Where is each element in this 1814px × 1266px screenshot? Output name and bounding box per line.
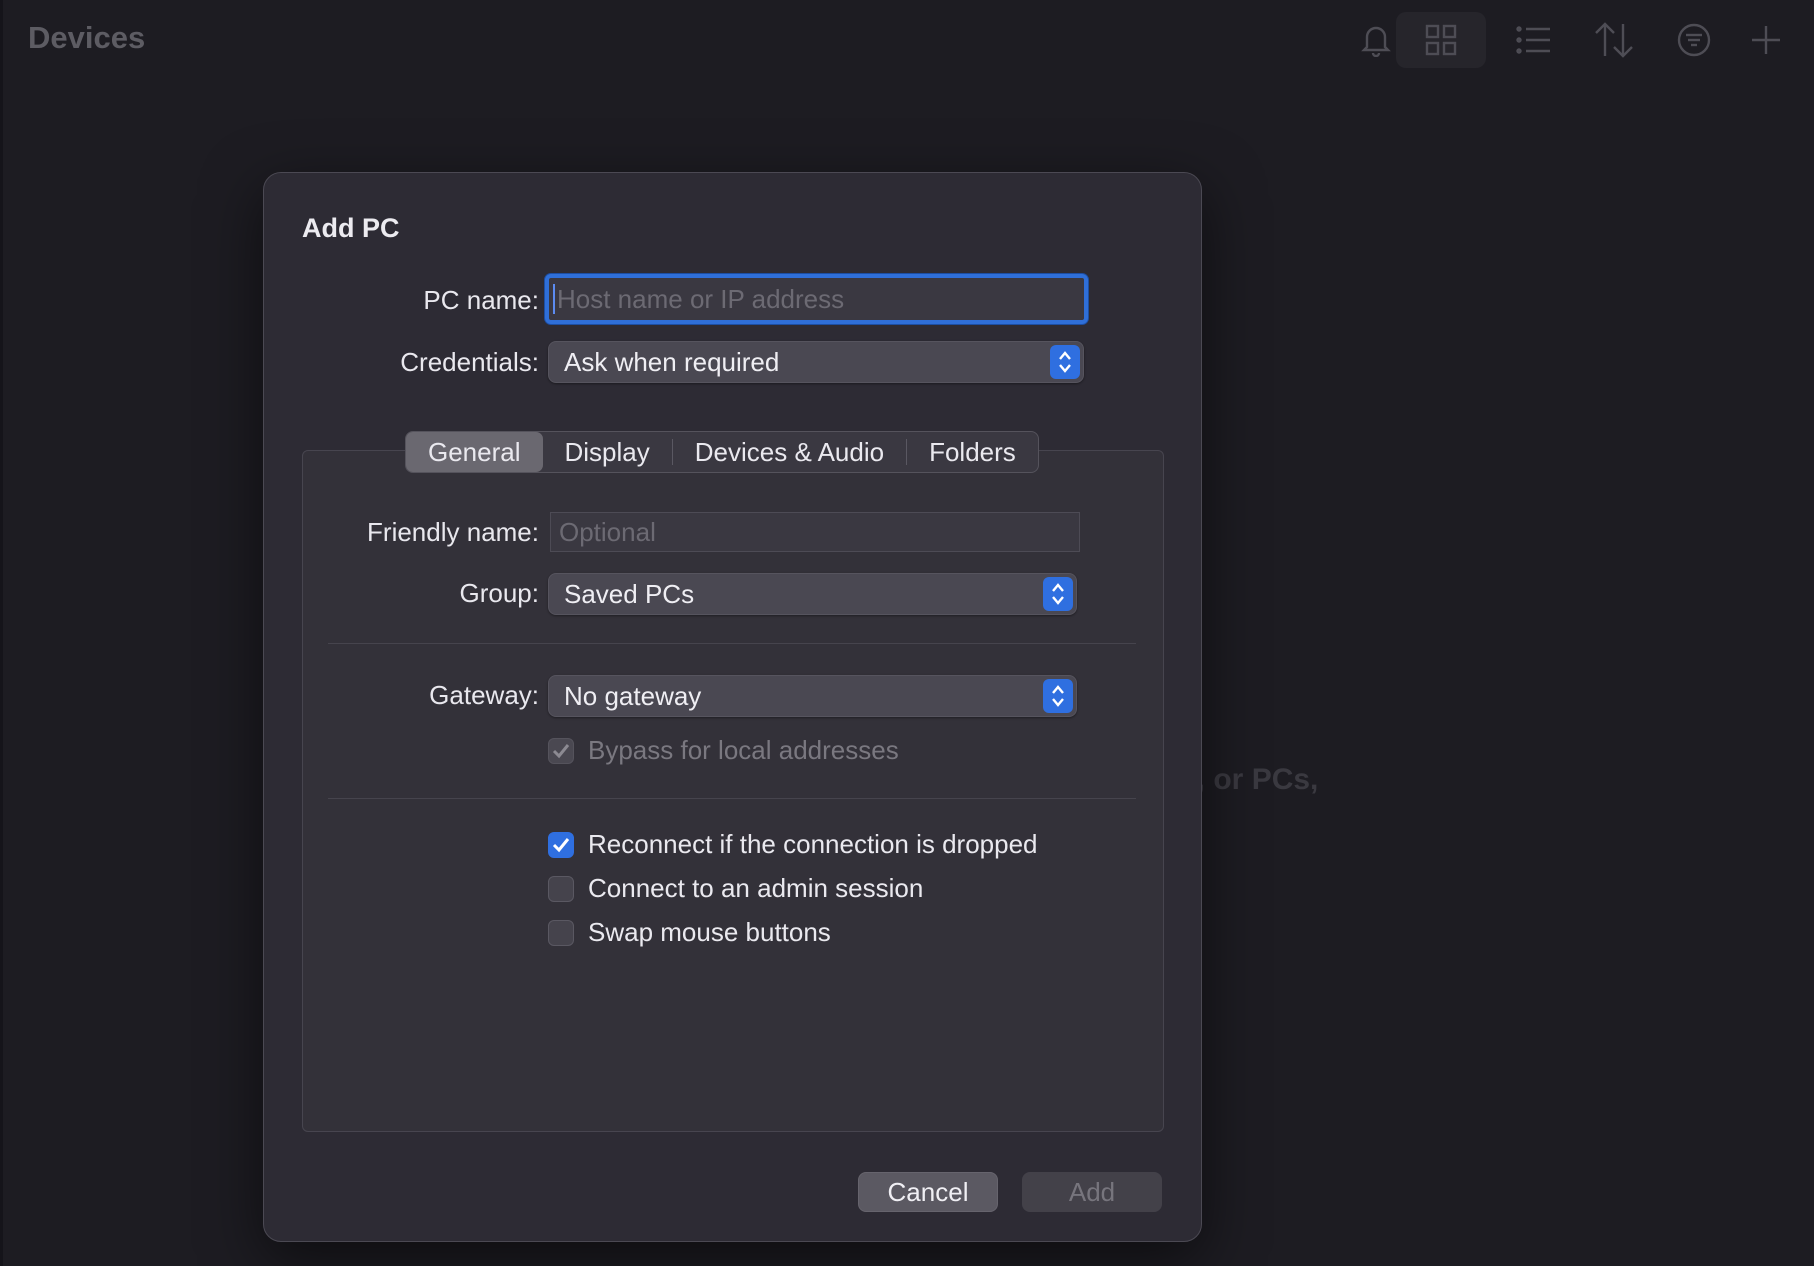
dialog-title: Add PC <box>302 213 400 243</box>
tab-folders[interactable]: Folders <box>907 432 1038 472</box>
add-button[interactable]: Add <box>1022 1172 1162 1212</box>
bell-icon <box>1361 26 1391 57</box>
admin-session-label: Connect to an admin session <box>588 873 924 903</box>
sort-button[interactable] <box>1586 12 1642 68</box>
tab-content-panel <box>302 450 1164 1132</box>
section-divider <box>328 798 1136 799</box>
chevron-up-down-icon <box>1052 583 1064 605</box>
cancel-button[interactable]: Cancel <box>858 1172 998 1212</box>
credentials-label: Credentials: <box>400 347 539 377</box>
filter-button[interactable] <box>1666 12 1722 68</box>
add-button-toolbar[interactable] <box>1738 12 1794 68</box>
group-label: Group: <box>459 578 540 608</box>
pc-name-placeholder: Host name or IP address <box>557 283 845 314</box>
tab-general[interactable]: General <box>406 432 543 472</box>
checkmark-icon <box>552 743 570 758</box>
group-value: Saved PCs <box>564 578 695 609</box>
plus-icon <box>1752 26 1780 54</box>
group-popup[interactable]: Saved PCs <box>548 573 1077 615</box>
section-divider <box>328 643 1136 644</box>
swap-mouse-checkbox-row[interactable]: Swap mouse buttons <box>548 917 831 948</box>
tab-devices-audio[interactable]: Devices & Audio <box>673 432 906 472</box>
gateway-popup[interactable]: No gateway <box>548 675 1077 717</box>
gateway-label: Gateway: <box>429 680 539 710</box>
friendly-name-label: Friendly name: <box>367 517 539 547</box>
credentials-popup[interactable]: Ask when required <box>548 341 1084 383</box>
reconnect-checkbox[interactable] <box>548 831 574 858</box>
empty-state-text: s, or PCs, r. <box>1180 760 1380 838</box>
checkmark-icon <box>552 837 570 852</box>
swap-mouse-label: Swap mouse buttons <box>588 917 831 947</box>
pc-name-label: PC name: <box>423 285 539 315</box>
empty-state-line: s, or PCs, <box>1180 763 1319 796</box>
friendly-name-field[interactable]: Optional <box>550 512 1080 552</box>
bypass-local-checkbox-row: Bypass for local addresses <box>548 735 899 766</box>
add-pc-dialog: Add PC PC name: Host name or IP address … <box>263 172 1202 1242</box>
reconnect-checkbox-row[interactable]: Reconnect if the connection is dropped <box>548 829 1038 860</box>
admin-session-checkbox-row[interactable]: Connect to an admin session <box>548 873 923 904</box>
swap-mouse-checkbox[interactable] <box>548 919 574 946</box>
window-left-edge <box>0 0 3 1266</box>
pc-name-field[interactable]: Host name or IP address <box>545 274 1088 324</box>
chevron-up-down-icon <box>1059 351 1071 373</box>
popup-stepper <box>1050 345 1080 379</box>
empty-state-line: r. <box>1180 799 1380 838</box>
toolbar <box>1314 12 1814 68</box>
list-view-button[interactable] <box>1506 12 1562 68</box>
text-caret <box>553 284 555 314</box>
sort-icon <box>1595 22 1633 58</box>
bypass-local-label: Bypass for local addresses <box>588 735 899 765</box>
grid-view-button[interactable] <box>1396 12 1486 68</box>
chevron-up-down-icon <box>1052 685 1064 707</box>
friendly-name-placeholder: Optional <box>559 516 656 547</box>
tab-bar: General Display Devices & Audio Folders <box>405 431 1039 473</box>
admin-session-checkbox[interactable] <box>548 875 574 902</box>
reconnect-label: Reconnect if the connection is dropped <box>588 829 1038 859</box>
credentials-value: Ask when required <box>564 346 780 377</box>
window-title: Devices <box>28 20 146 55</box>
popup-stepper <box>1043 679 1073 713</box>
bypass-local-checkbox <box>548 737 574 764</box>
popup-stepper <box>1043 577 1073 611</box>
grid-view-icon <box>1425 24 1457 56</box>
filter-icon <box>1677 23 1711 57</box>
list-view-icon <box>1516 26 1550 54</box>
tab-display[interactable]: Display <box>543 432 672 472</box>
gateway-value: No gateway <box>564 680 702 711</box>
